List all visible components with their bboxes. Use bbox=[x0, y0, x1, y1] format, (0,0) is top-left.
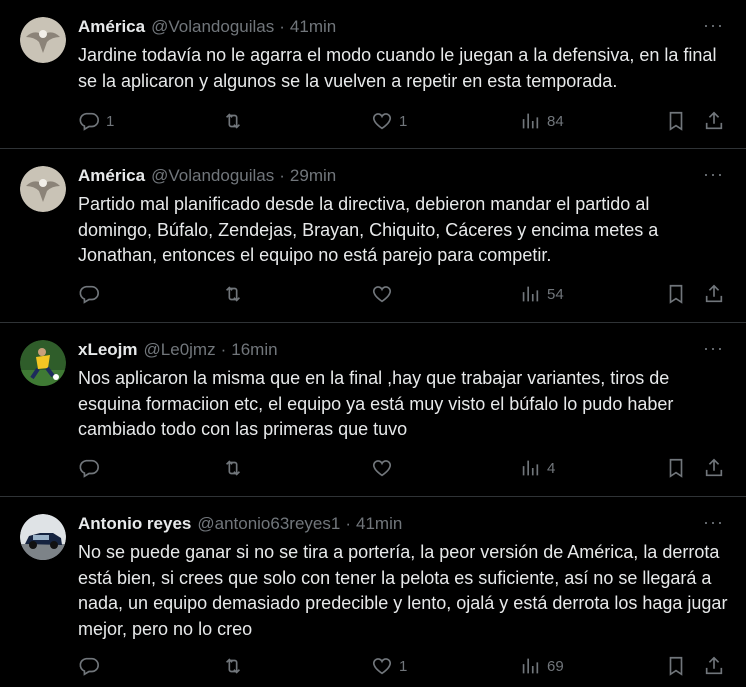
separator: · bbox=[220, 340, 227, 359]
timestamp[interactable]: 41min bbox=[290, 17, 336, 37]
tweet[interactable]: Antonio reyes @antonio63reyes1 · 41min ·… bbox=[0, 497, 746, 687]
reply-button[interactable] bbox=[78, 456, 106, 480]
view-count: 84 bbox=[547, 112, 564, 130]
bar-chart-icon bbox=[519, 457, 541, 479]
share-icon bbox=[703, 655, 725, 677]
tweet-actions: 1 69 bbox=[78, 654, 728, 678]
retweet-icon bbox=[222, 110, 244, 132]
more-options-icon[interactable]: ··· bbox=[703, 338, 724, 358]
share-button[interactable] bbox=[703, 109, 725, 133]
share-button[interactable] bbox=[703, 654, 725, 678]
like-button[interactable]: 1 bbox=[371, 109, 407, 133]
bookmark-icon bbox=[665, 655, 687, 677]
eagle-avatar[interactable] bbox=[20, 17, 66, 63]
reply-count: 1 bbox=[106, 112, 115, 130]
share-button[interactable] bbox=[703, 282, 725, 306]
bar-chart-icon bbox=[519, 655, 541, 677]
reply-icon bbox=[78, 110, 100, 132]
author-handle[interactable]: @Le0jmz bbox=[144, 340, 216, 360]
tweet-feed: América @Volandoguilas · 41min ··· Jardi… bbox=[0, 0, 746, 687]
like-count: 1 bbox=[399, 112, 408, 130]
bar-chart-icon bbox=[519, 283, 541, 305]
like-button[interactable] bbox=[371, 456, 399, 480]
more-options-icon[interactable]: ··· bbox=[703, 15, 724, 35]
bookmark-button[interactable] bbox=[665, 654, 687, 678]
retweet-icon bbox=[222, 283, 244, 305]
bookmark-icon bbox=[665, 283, 687, 305]
bookmark-icon bbox=[665, 457, 687, 479]
author-handle[interactable]: @antonio63reyes1 bbox=[197, 514, 340, 534]
car-avatar[interactable] bbox=[20, 514, 66, 560]
timestamp[interactable]: 29min bbox=[290, 166, 336, 186]
tweet[interactable]: xLeojm @Le0jmz · 16min ··· Nos aplicaron… bbox=[0, 323, 746, 497]
author-name[interactable]: Antonio reyes bbox=[78, 514, 191, 534]
views-button[interactable]: 54 bbox=[519, 282, 564, 306]
share-icon bbox=[703, 457, 725, 479]
retweet-button[interactable] bbox=[222, 109, 250, 133]
separator: · bbox=[279, 17, 285, 36]
reply-icon bbox=[78, 655, 100, 677]
tweet[interactable]: América @Volandoguilas · 29min ··· Parti… bbox=[0, 149, 746, 323]
bookmark-icon bbox=[665, 110, 687, 132]
retweet-button[interactable] bbox=[222, 456, 250, 480]
retweet-icon bbox=[222, 655, 244, 677]
view-count: 4 bbox=[547, 459, 556, 477]
bookmark-button[interactable] bbox=[665, 456, 687, 480]
tweet-text: Nos aplicaron la misma que en la final ,… bbox=[78, 368, 674, 439]
tweet-text: Jardine todavía no le agarra el modo cua… bbox=[78, 45, 717, 91]
more-options-icon[interactable]: ··· bbox=[703, 512, 724, 532]
more-options-icon[interactable]: ··· bbox=[703, 164, 724, 184]
share-icon bbox=[703, 110, 725, 132]
bar-chart-icon bbox=[519, 110, 541, 132]
tweet-actions: 54 bbox=[78, 282, 728, 306]
heart-icon bbox=[371, 655, 393, 677]
bookmark-button[interactable] bbox=[665, 282, 687, 306]
view-count: 69 bbox=[547, 657, 564, 675]
views-button[interactable]: 4 bbox=[519, 456, 555, 480]
heart-icon bbox=[371, 110, 393, 132]
author-handle[interactable]: @Volandoguilas bbox=[151, 17, 274, 37]
views-button[interactable]: 69 bbox=[519, 654, 564, 678]
reply-button[interactable] bbox=[78, 282, 106, 306]
reply-icon bbox=[78, 283, 100, 305]
retweet-icon bbox=[222, 457, 244, 479]
author-name[interactable]: América bbox=[78, 166, 145, 186]
separator: · bbox=[345, 514, 351, 533]
views-button[interactable]: 84 bbox=[519, 109, 564, 133]
reply-icon bbox=[78, 457, 100, 479]
tweet-actions: 1 1 84 bbox=[78, 109, 728, 133]
timestamp[interactable]: 41min bbox=[356, 514, 402, 534]
share-icon bbox=[703, 283, 725, 305]
author-name[interactable]: América bbox=[78, 17, 145, 37]
heart-icon bbox=[371, 457, 393, 479]
tweet[interactable]: América @Volandoguilas · 41min ··· Jardi… bbox=[0, 0, 746, 149]
separator: · bbox=[279, 166, 285, 185]
like-button[interactable] bbox=[371, 282, 399, 306]
like-count: 1 bbox=[399, 657, 408, 675]
heart-icon bbox=[371, 283, 393, 305]
reply-button[interactable] bbox=[78, 654, 106, 678]
timestamp[interactable]: 16min bbox=[231, 340, 277, 360]
retweet-button[interactable] bbox=[222, 654, 250, 678]
share-button[interactable] bbox=[703, 456, 725, 480]
soccer-player-avatar[interactable] bbox=[20, 340, 66, 386]
view-count: 54 bbox=[547, 285, 564, 303]
reply-button[interactable]: 1 bbox=[78, 109, 114, 133]
bookmark-button[interactable] bbox=[665, 109, 687, 133]
tweet-actions: 4 bbox=[78, 456, 728, 480]
tweet-text: Partido mal planificado desde la directi… bbox=[78, 194, 659, 265]
retweet-button[interactable] bbox=[222, 282, 250, 306]
tweet-text: No se puede ganar si no se tira a porter… bbox=[78, 542, 728, 639]
author-name[interactable]: xLeojm bbox=[78, 340, 138, 360]
author-handle[interactable]: @Volandoguilas bbox=[151, 166, 274, 186]
eagle-avatar[interactable] bbox=[20, 166, 66, 212]
like-button[interactable]: 1 bbox=[371, 654, 407, 678]
